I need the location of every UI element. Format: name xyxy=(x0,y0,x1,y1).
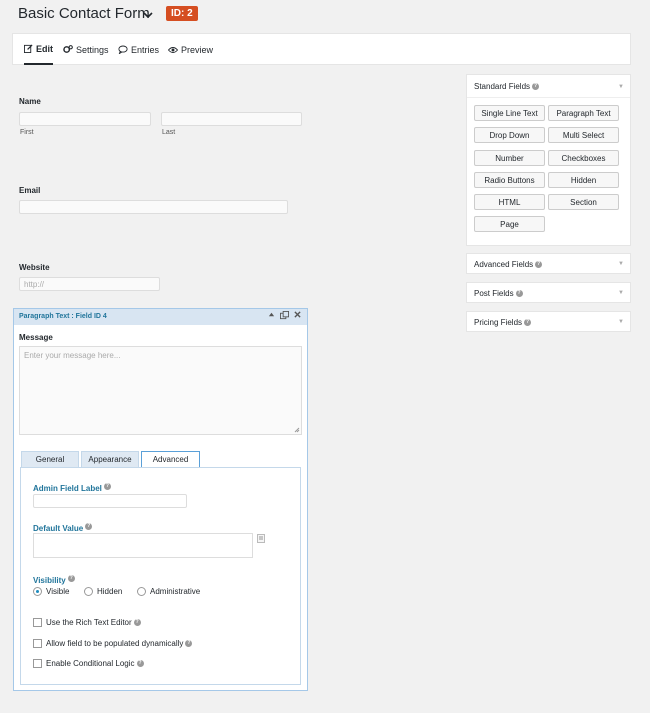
duplicate-icon[interactable] xyxy=(280,311,289,322)
tab-preview[interactable]: Preview xyxy=(168,34,213,65)
chevron-down-icon[interactable] xyxy=(143,8,153,22)
checkboxes-button[interactable]: Checkboxes xyxy=(548,150,619,166)
admin-field-label-input[interactable] xyxy=(33,494,187,508)
advanced-fields-title: Advanced Fields xyxy=(474,260,534,269)
visibility-visible-radio[interactable] xyxy=(33,587,42,596)
conditional-logic-label: Enable Conditional Logic xyxy=(46,659,135,668)
tab-preview-label: Preview xyxy=(181,44,214,55)
caret-down-icon[interactable]: ▼ xyxy=(618,290,624,296)
message-placeholder: Enter your message here... xyxy=(24,351,121,360)
conditional-logic-checkbox[interactable] xyxy=(33,659,42,668)
conditional-logic-row: Enable Conditional Logic? xyxy=(46,659,144,668)
rich-text-editor-checkbox[interactable] xyxy=(33,618,42,627)
post-fields-panel[interactable]: Post Fields? ▼ xyxy=(466,282,631,303)
post-fields-title-row: Post Fields? xyxy=(474,289,523,298)
resize-handle-icon[interactable] xyxy=(294,427,300,433)
paragraph-text-button[interactable]: Paragraph Text xyxy=(548,105,619,121)
website-input[interactable]: http:// xyxy=(19,277,160,291)
gears-icon xyxy=(63,45,73,54)
form-title: Basic Contact Form xyxy=(18,5,150,22)
visibility-hidden-label: Hidden xyxy=(97,587,123,596)
dynamic-population-label: Allow field to be populated dynamically xyxy=(46,639,184,648)
tab-general[interactable]: General xyxy=(21,451,79,468)
multi-select-button[interactable]: Multi Select xyxy=(548,127,619,143)
merge-tag-icon[interactable] xyxy=(257,534,265,543)
message-textarea[interactable]: Enter your message here... xyxy=(19,346,302,435)
panel-divider xyxy=(467,97,630,98)
default-value-textarea[interactable] xyxy=(33,533,253,558)
visibility-label: Visibility xyxy=(33,576,66,585)
help-icon[interactable]: ? xyxy=(185,640,193,648)
advanced-fields-panel[interactable]: Advanced Fields? ▼ xyxy=(466,253,631,274)
eye-icon xyxy=(168,46,178,54)
admin-field-label-text: Admin Field Label xyxy=(33,484,102,493)
help-icon[interactable]: ? xyxy=(133,619,141,627)
form-id-badge: ID: 2 xyxy=(166,6,198,21)
help-icon[interactable]: ? xyxy=(85,523,93,531)
first-name-input[interactable] xyxy=(19,112,151,126)
standard-fields-title: Standard Fields xyxy=(474,82,531,91)
tab-edit-label: Edit xyxy=(36,43,53,54)
drop-down-button[interactable]: Drop Down xyxy=(474,127,545,143)
message-field-label: Message xyxy=(19,333,53,342)
help-icon[interactable]: ? xyxy=(103,483,111,491)
advanced-fields-title-row: Advanced Fields? xyxy=(474,260,543,269)
form-toolbar: Edit Settings Entries Preview xyxy=(12,33,631,65)
visibility-administrative-radio[interactable] xyxy=(137,587,146,596)
delete-icon[interactable] xyxy=(294,311,301,320)
caret-down-icon[interactable]: ▼ xyxy=(618,84,624,90)
help-icon[interactable]: ? xyxy=(67,575,75,583)
visibility-visible-label: Visible xyxy=(46,587,70,596)
tab-edit[interactable]: Edit xyxy=(24,34,53,65)
single-line-text-button[interactable]: Single Line Text xyxy=(474,105,545,121)
tab-settings[interactable]: Settings xyxy=(63,34,109,65)
tab-entries-label: Entries xyxy=(131,44,160,55)
paragraph-field-header-text: Paragraph Text : Field ID 4 xyxy=(19,313,107,320)
last-name-input[interactable] xyxy=(161,112,302,126)
help-icon[interactable]: ? xyxy=(532,83,540,91)
pricing-fields-title-row: Pricing Fields? xyxy=(474,318,532,327)
tab-settings-label: Settings xyxy=(76,44,109,55)
caret-down-icon[interactable]: ▼ xyxy=(618,261,624,267)
website-field-label: Website xyxy=(19,263,50,272)
page-button[interactable]: Page xyxy=(474,216,545,232)
hidden-button[interactable]: Hidden xyxy=(548,172,619,188)
standard-fields-title-row[interactable]: Standard Fields? xyxy=(474,82,540,91)
default-value-label: Default Value xyxy=(33,524,84,533)
name-field-label: Name xyxy=(19,97,41,106)
website-placeholder: http:// xyxy=(24,280,45,289)
pricing-fields-title: Pricing Fields xyxy=(474,318,523,327)
dynamic-population-checkbox[interactable] xyxy=(33,639,42,648)
tab-appearance[interactable]: Appearance xyxy=(81,451,139,468)
rich-text-editor-row: Use the Rich Text Editor? xyxy=(46,618,141,627)
tab-entries[interactable]: Entries xyxy=(118,34,159,65)
visibility-hidden-radio[interactable] xyxy=(84,587,93,596)
collapse-icon[interactable] xyxy=(268,311,275,320)
number-button[interactable]: Number xyxy=(474,150,545,166)
email-input[interactable] xyxy=(19,200,288,214)
dynamic-population-row: Allow field to be populated dynamically? xyxy=(46,639,193,648)
help-icon[interactable]: ? xyxy=(136,660,144,668)
html-button[interactable]: HTML xyxy=(474,194,545,210)
post-fields-title: Post Fields xyxy=(474,289,514,298)
visibility-administrative-label: Administrative xyxy=(150,587,201,596)
edit-icon xyxy=(24,44,33,53)
radio-buttons-button[interactable]: Radio Buttons xyxy=(474,172,545,188)
pricing-fields-panel[interactable]: Pricing Fields? ▼ xyxy=(466,311,631,332)
comment-icon xyxy=(118,45,128,54)
last-name-sublabel: Last xyxy=(162,129,176,136)
first-name-sublabel: First xyxy=(20,129,34,136)
help-icon[interactable]: ? xyxy=(524,319,532,327)
rich-text-editor-label: Use the Rich Text Editor xyxy=(46,618,132,627)
tab-advanced[interactable]: Advanced xyxy=(141,451,200,468)
section-button[interactable]: Section xyxy=(548,194,619,210)
visibility-row: Visibility? xyxy=(33,570,75,588)
help-icon[interactable]: ? xyxy=(535,261,543,269)
caret-down-icon[interactable]: ▼ xyxy=(618,319,624,325)
email-field-label: Email xyxy=(19,186,41,195)
help-icon[interactable]: ? xyxy=(515,290,523,298)
